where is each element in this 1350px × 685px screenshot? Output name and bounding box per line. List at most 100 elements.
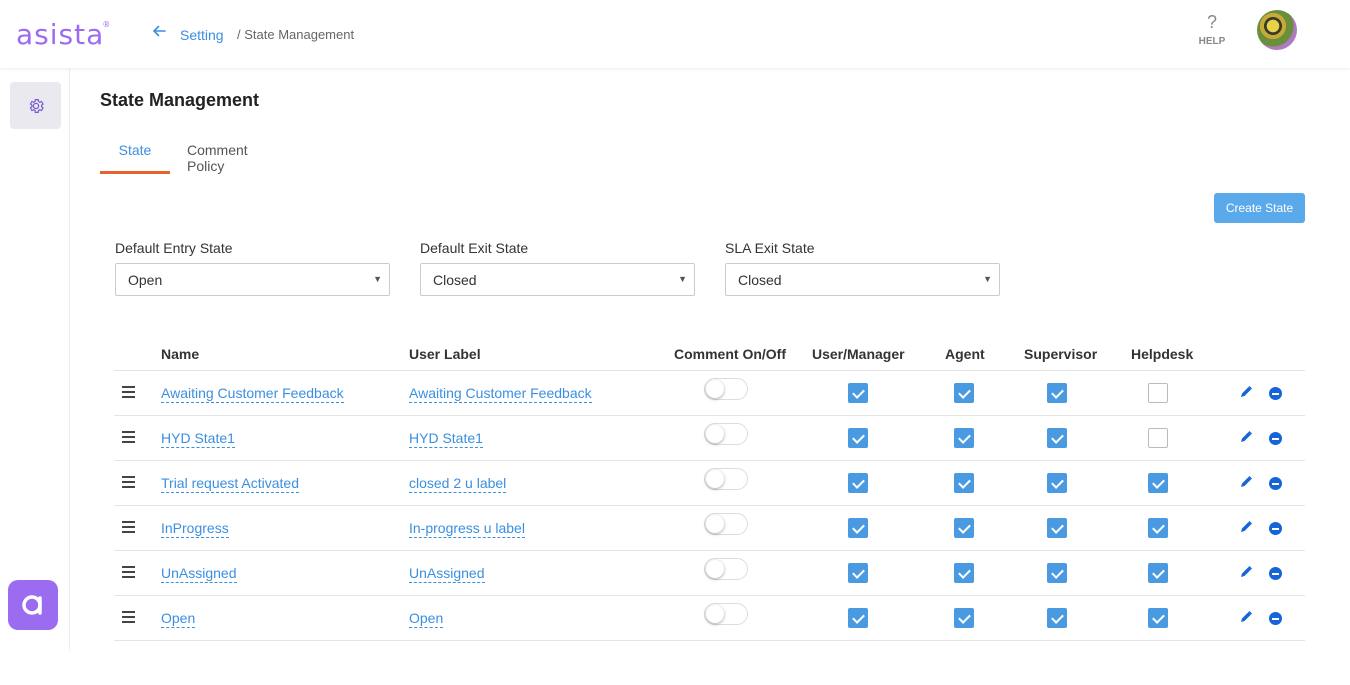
remove-circle-icon[interactable] xyxy=(1269,477,1282,490)
agent-checkbox[interactable] xyxy=(954,608,974,628)
table-row: Open Open xyxy=(114,595,1305,640)
table-row: Awaiting Customer Feedback Awaiting Custo… xyxy=(114,370,1305,415)
state-name-link[interactable]: HYD State1 xyxy=(161,430,235,448)
breadcrumb-current: / State Management xyxy=(237,27,355,42)
agent-checkbox[interactable] xyxy=(954,473,974,493)
agent-checkbox[interactable] xyxy=(954,563,974,583)
sla-exit-state-label: SLA Exit State xyxy=(725,240,815,256)
user-label-link[interactable]: Awaiting Customer Feedback xyxy=(409,385,592,403)
asista-logo[interactable]: asista ® xyxy=(16,18,110,51)
asista-a-icon[interactable] xyxy=(8,580,58,630)
helpdesk-checkbox[interactable] xyxy=(1148,518,1168,538)
helpdesk-checkbox[interactable] xyxy=(1148,383,1168,403)
arrow-left-icon[interactable] xyxy=(152,24,166,43)
sla-exit-state-select[interactable]: Closed ▼ xyxy=(725,263,1000,296)
agent-checkbox[interactable] xyxy=(954,428,974,448)
comment-toggle[interactable] xyxy=(704,603,748,625)
logo-text: asista xyxy=(16,18,105,51)
caret-down-icon: ▼ xyxy=(373,274,382,284)
drag-handle-icon[interactable] xyxy=(122,566,135,578)
column-header-helpdesk: Helpdesk xyxy=(1131,346,1194,362)
table-row: InProgress In-progress u label xyxy=(114,505,1305,550)
toggle-knob xyxy=(706,605,724,623)
settings-nav-button[interactable] xyxy=(10,82,61,129)
agent-checkbox[interactable] xyxy=(954,518,974,538)
user-label-link[interactable]: Open xyxy=(409,610,444,628)
pencil-icon[interactable] xyxy=(1239,610,1255,626)
column-header-comment: Comment On/Off xyxy=(674,346,786,362)
user-label-link[interactable]: HYD State1 xyxy=(409,430,483,448)
tab-state[interactable]: State xyxy=(100,128,170,174)
agent-checkbox[interactable] xyxy=(954,383,974,403)
helpdesk-checkbox[interactable] xyxy=(1148,563,1168,583)
comment-toggle[interactable] xyxy=(704,378,748,400)
caret-down-icon: ▼ xyxy=(678,274,687,284)
create-state-button[interactable]: Create State xyxy=(1214,193,1305,223)
help-button[interactable]: ? HELP xyxy=(1192,12,1232,47)
pencil-icon[interactable] xyxy=(1239,565,1255,581)
supervisor-checkbox[interactable] xyxy=(1047,473,1067,493)
toggle-knob xyxy=(706,470,724,488)
supervisor-checkbox[interactable] xyxy=(1047,608,1067,628)
user-label-link[interactable]: closed 2 u label xyxy=(409,475,507,493)
supervisor-checkbox[interactable] xyxy=(1047,428,1067,448)
drag-handle-icon[interactable] xyxy=(122,611,135,623)
toggle-knob xyxy=(706,515,724,533)
comment-toggle[interactable] xyxy=(704,513,748,535)
toggle-knob xyxy=(706,560,724,578)
supervisor-checkbox[interactable] xyxy=(1047,518,1067,538)
column-header-user-manager: User/Manager xyxy=(812,346,905,362)
remove-circle-icon[interactable] xyxy=(1269,432,1282,445)
user-manager-checkbox[interactable] xyxy=(848,608,868,628)
toggle-knob xyxy=(706,380,724,398)
table-row xyxy=(114,640,1305,685)
state-name-link[interactable]: Trial request Activated xyxy=(161,475,299,493)
default-entry-state-label: Default Entry State xyxy=(115,240,233,256)
helpdesk-checkbox[interactable] xyxy=(1148,473,1168,493)
page-title: State Management xyxy=(100,90,260,110)
question-icon: ? xyxy=(1206,12,1217,32)
comment-toggle[interactable] xyxy=(704,468,748,490)
state-name-link[interactable]: Open xyxy=(161,610,196,628)
drag-handle-icon[interactable] xyxy=(122,521,135,533)
user-label-link[interactable]: UnAssigned xyxy=(409,565,485,583)
column-header-user-label: User Label xyxy=(409,346,481,362)
user-avatar[interactable] xyxy=(1257,10,1297,50)
column-header-name: Name xyxy=(161,346,200,362)
user-manager-checkbox[interactable] xyxy=(848,518,868,538)
remove-circle-icon[interactable] xyxy=(1269,567,1282,580)
default-exit-state-select[interactable]: Closed ▼ xyxy=(420,263,695,296)
remove-circle-icon[interactable] xyxy=(1269,387,1282,400)
user-manager-checkbox[interactable] xyxy=(848,473,868,493)
user-manager-checkbox[interactable] xyxy=(848,383,868,403)
column-header-supervisor: Supervisor xyxy=(1024,346,1098,362)
supervisor-checkbox[interactable] xyxy=(1047,563,1067,583)
state-name-link[interactable]: InProgress xyxy=(161,520,229,538)
user-manager-checkbox[interactable] xyxy=(848,428,868,448)
drag-handle-icon[interactable] xyxy=(122,386,135,398)
left-sidebar xyxy=(0,68,70,650)
pencil-icon[interactable] xyxy=(1239,475,1255,491)
pencil-icon[interactable] xyxy=(1239,385,1255,401)
default-entry-state-select[interactable]: Open ▼ xyxy=(115,263,390,296)
comment-toggle[interactable] xyxy=(704,558,748,580)
comment-toggle[interactable] xyxy=(704,423,748,445)
pencil-icon[interactable] xyxy=(1239,430,1255,446)
helpdesk-checkbox[interactable] xyxy=(1148,608,1168,628)
supervisor-checkbox[interactable] xyxy=(1047,383,1067,403)
user-label-link[interactable]: In-progress u label xyxy=(409,520,525,538)
user-manager-checkbox[interactable] xyxy=(848,563,868,583)
table-row: UnAssigned UnAssigned xyxy=(114,550,1305,595)
state-name-link[interactable]: Awaiting Customer Feedback xyxy=(161,385,344,403)
gear-icon xyxy=(29,98,44,113)
pencil-icon[interactable] xyxy=(1239,520,1255,536)
state-name-link[interactable]: UnAssigned xyxy=(161,565,237,583)
logo-registered-mark: ® xyxy=(102,20,112,29)
tab-comment-policy[interactable]: Comment Policy xyxy=(187,128,248,174)
remove-circle-icon[interactable] xyxy=(1269,612,1282,625)
remove-circle-icon[interactable] xyxy=(1269,522,1282,535)
drag-handle-icon[interactable] xyxy=(122,476,135,488)
helpdesk-checkbox[interactable] xyxy=(1148,428,1168,448)
drag-handle-icon[interactable] xyxy=(122,431,135,443)
breadcrumb-setting-link[interactable]: Setting xyxy=(180,27,224,43)
